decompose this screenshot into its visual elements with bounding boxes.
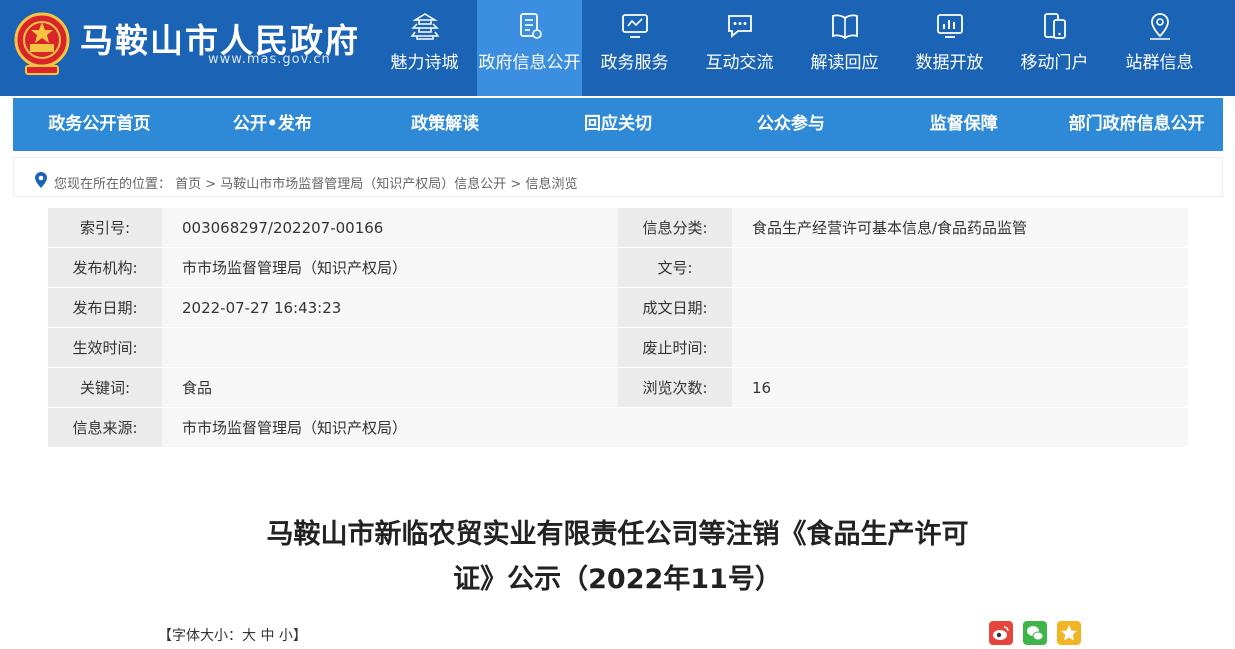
meta-label: 浏览次数: bbox=[618, 367, 732, 408]
monitor-icon bbox=[622, 14, 648, 38]
nav-item-8[interactable]: 站群信息 bbox=[1107, 0, 1212, 96]
meta-row: 索引号: 003068297/202207-00166 信息分类: 食品生产经营许可基… bbox=[48, 208, 1188, 248]
article-title: 马鞍山市新临农贸实业有限责任公司等注销《食品生产许可 证》公示（2022年11号… bbox=[200, 512, 1035, 602]
meta-value bbox=[732, 287, 1188, 328]
share-favorite-button[interactable] bbox=[1057, 621, 1081, 645]
wechat-icon bbox=[1027, 626, 1044, 641]
article-title-line-1: 马鞍山市新临农贸实业有限责任公司等注销《食品生产许可 bbox=[266, 519, 969, 550]
meta-value: 市市场监督管理局（知识产权局） bbox=[162, 247, 618, 288]
meta-label: 文号: bbox=[618, 247, 732, 288]
meta-label bbox=[618, 407, 732, 448]
subnav-item-4[interactable]: 回应关切 bbox=[532, 98, 705, 151]
nav-item-label: 政务服务 bbox=[600, 53, 669, 73]
meta-label: 成文日期: bbox=[618, 287, 732, 328]
mobile-icon bbox=[1044, 13, 1066, 39]
meta-row: 关键词: 食品 浏览次数: 16 bbox=[48, 367, 1188, 408]
nav-item-2[interactable]: 政府信息公开 bbox=[477, 0, 582, 96]
meta-row: 生效时间: 废止时间: bbox=[48, 327, 1188, 368]
article-title-line-2: 证》公示（2022年11号） bbox=[453, 564, 782, 595]
nav-item-label: 移动门户 bbox=[1020, 53, 1089, 73]
nav-item-label: 互动交流 bbox=[705, 53, 774, 73]
meta-label: 关键词: bbox=[48, 367, 162, 408]
meta-label: 发布机构: bbox=[48, 247, 162, 288]
meta-value: 食品 bbox=[162, 367, 618, 408]
meta-value: 食品生产经营许可基本信息/食品药品监管 bbox=[732, 208, 1188, 248]
nav-item-label: 政府信息公开 bbox=[478, 53, 581, 73]
share-weibo-button[interactable] bbox=[989, 621, 1013, 645]
nav-item-7[interactable]: 移动门户 bbox=[1002, 0, 1107, 96]
breadcrumb: 您现在所在的位置： 首页 > 马鞍山市市场监督管理局（知识产权局）信息公开 > … bbox=[13, 157, 1223, 197]
share-wechat-button[interactable] bbox=[1023, 621, 1047, 645]
meta-value bbox=[732, 327, 1188, 368]
nav-item-label: 魅力诗城 bbox=[390, 53, 459, 73]
meta-value: 2022-07-27 16:43:23 bbox=[162, 287, 618, 328]
meta-label: 信息来源: bbox=[48, 407, 162, 448]
meta-value: 16 bbox=[732, 367, 1188, 408]
meta-label: 生效时间: bbox=[48, 327, 162, 368]
subnav-item-5[interactable]: 公众参与 bbox=[704, 98, 877, 151]
meta-label: 信息分类: bbox=[618, 208, 732, 248]
subnav-item-1[interactable]: 政务公开首页 bbox=[13, 98, 186, 151]
nav-item-label: 解读回应 bbox=[810, 53, 879, 73]
pagoda-icon bbox=[411, 13, 439, 40]
document-icon bbox=[520, 13, 542, 39]
meta-value bbox=[162, 327, 618, 368]
subnav-item-7[interactable]: 部门政府信息公开 bbox=[1050, 98, 1223, 151]
nav-item-3[interactable]: 政务服务 bbox=[582, 0, 687, 96]
chat-icon bbox=[728, 15, 752, 38]
nav-item-4[interactable]: 互动交流 bbox=[687, 0, 792, 96]
star-icon bbox=[1061, 625, 1077, 641]
meta-value: 003068297/202207-00166 bbox=[162, 208, 618, 248]
chart-icon bbox=[937, 14, 963, 38]
book-icon bbox=[832, 14, 858, 40]
breadcrumb-text[interactable]: 您现在所在的位置： 首页 > 马鞍山市市场监督管理局（知识产权局）信息公开 > … bbox=[54, 173, 577, 192]
font-size-switcher[interactable]: 【字体大小：大 中 小】 bbox=[158, 625, 307, 645]
meta-value bbox=[732, 407, 1188, 448]
nav-item-5[interactable]: 解读回应 bbox=[792, 0, 897, 96]
meta-row: 信息来源: 市市场监督管理局（知识产权局） bbox=[48, 407, 1188, 448]
nav-item-label: 数据开放 bbox=[915, 53, 984, 73]
subnav-item-3[interactable]: 政策解读 bbox=[359, 98, 532, 151]
meta-label: 发布日期: bbox=[48, 287, 162, 328]
site-url: www.mas.gov.cn bbox=[208, 52, 331, 67]
national-emblem-icon bbox=[14, 12, 70, 75]
nav-item-label: 站群信息 bbox=[1125, 53, 1194, 73]
weibo-icon bbox=[993, 626, 1009, 640]
meta-value: 市市场监督管理局（知识产权局） bbox=[162, 407, 618, 448]
meta-label: 废止时间: bbox=[618, 327, 732, 368]
meta-row: 发布机构: 市市场监督管理局（知识产权局） 文号: bbox=[48, 247, 1188, 288]
meta-label: 索引号: bbox=[48, 208, 162, 248]
nav-item-6[interactable]: 数据开放 bbox=[897, 0, 1002, 96]
location-icon bbox=[1150, 13, 1170, 40]
info-meta-table: 索引号: 003068297/202207-00166 信息分类: 食品生产经营许可基… bbox=[48, 208, 1188, 448]
nav-item-1[interactable]: 魅力诗城 bbox=[372, 0, 477, 96]
sub-nav: 政务公开首页 公开•发布 政策解读 回应关切 公众参与 监督保障 部门政府信息公开 bbox=[13, 98, 1223, 151]
site-header: 马鞍山市人民政府 www.mas.gov.cn 魅力诗城 政府信息公开 政务服务 互动… bbox=[0, 0, 1235, 96]
subnav-item-2[interactable]: 公开•发布 bbox=[186, 98, 359, 151]
subnav-item-6[interactable]: 监督保障 bbox=[877, 98, 1050, 151]
meta-value bbox=[732, 247, 1188, 288]
location-pin-icon bbox=[35, 172, 47, 188]
main-nav: 魅力诗城 政府信息公开 政务服务 互动交流 解读回应 数据开放 移动门户 站群信息 bbox=[372, 0, 1212, 96]
meta-row: 发布日期: 2022-07-27 16:43:23 成文日期: bbox=[48, 287, 1188, 328]
